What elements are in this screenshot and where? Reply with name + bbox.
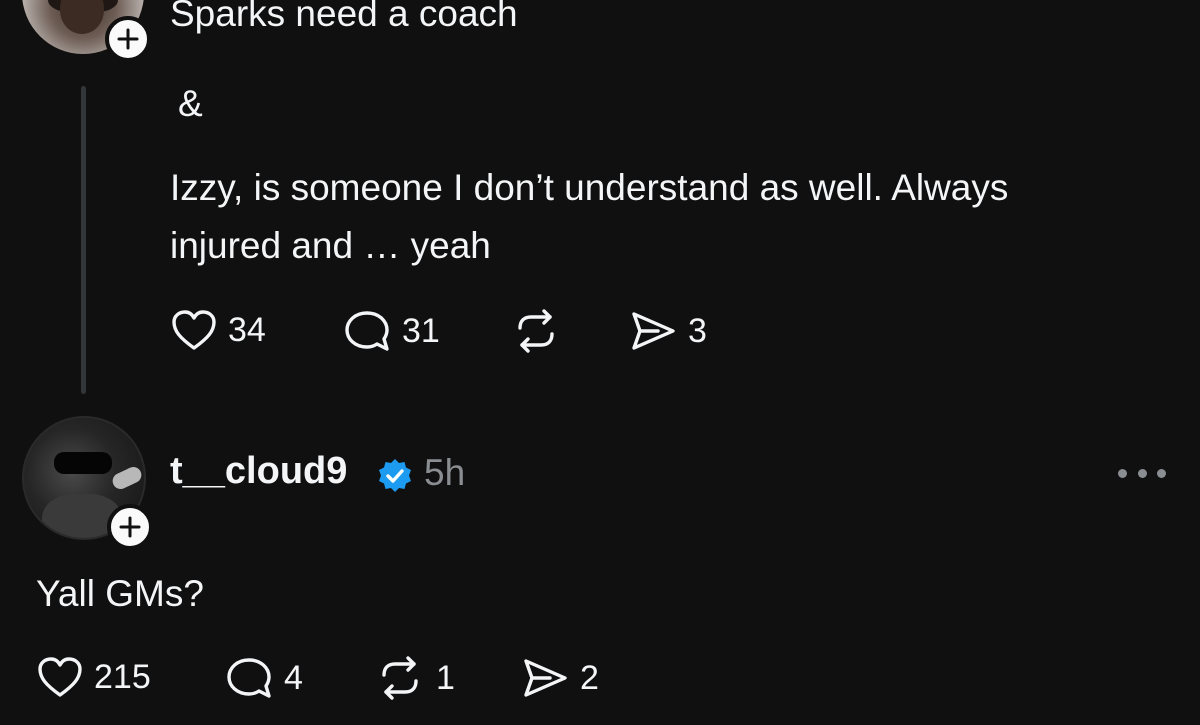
post-time: 5h	[424, 452, 466, 493]
comment-icon	[345, 311, 389, 351]
share-icon	[632, 312, 675, 350]
share-icon	[524, 659, 567, 697]
like-button[interactable]: 215	[36, 655, 151, 699]
repost-count: 1	[436, 658, 455, 697]
username[interactable]: t__cloud9	[170, 450, 347, 493]
repost-icon	[382, 656, 418, 700]
verified-badge-icon	[379, 459, 411, 492]
share-button[interactable]: 2	[520, 655, 599, 701]
share-count: 2	[580, 658, 599, 697]
like-count: 215	[94, 657, 151, 696]
more-icon	[1118, 468, 1127, 478]
follow-button[interactable]	[107, 504, 153, 550]
like-count: 34	[228, 310, 266, 349]
reply-count: 4	[284, 658, 303, 697]
post-text-line: injured and … yeah	[170, 225, 491, 266]
heart-icon	[172, 310, 216, 350]
heart-icon	[38, 657, 82, 697]
plus-icon	[117, 28, 139, 50]
thread-line	[81, 86, 86, 394]
post-text: Yall GMs?	[36, 573, 204, 614]
post-text-line: Izzy, is someone I don’t understand as w…	[170, 167, 1009, 208]
reply-count: 31	[402, 311, 440, 350]
reply-button[interactable]: 31	[342, 308, 440, 354]
share-button[interactable]: 3	[628, 308, 707, 354]
repost-icon	[518, 309, 554, 353]
like-button[interactable]: 34	[170, 308, 266, 352]
share-count: 3	[688, 311, 707, 350]
post-text-line: &	[178, 83, 203, 124]
post-text-line: Sparks need a coach	[170, 0, 518, 34]
plus-icon	[119, 516, 141, 538]
comment-icon	[227, 658, 271, 698]
more-options-button[interactable]	[1118, 455, 1166, 491]
threads-feed: Sparks need a coach & Izzy, is someone I…	[0, 0, 1200, 725]
repost-button[interactable]: 1	[374, 655, 455, 701]
reply-button[interactable]: 4	[224, 655, 303, 701]
repost-button[interactable]	[510, 308, 572, 354]
follow-button[interactable]	[105, 16, 151, 62]
